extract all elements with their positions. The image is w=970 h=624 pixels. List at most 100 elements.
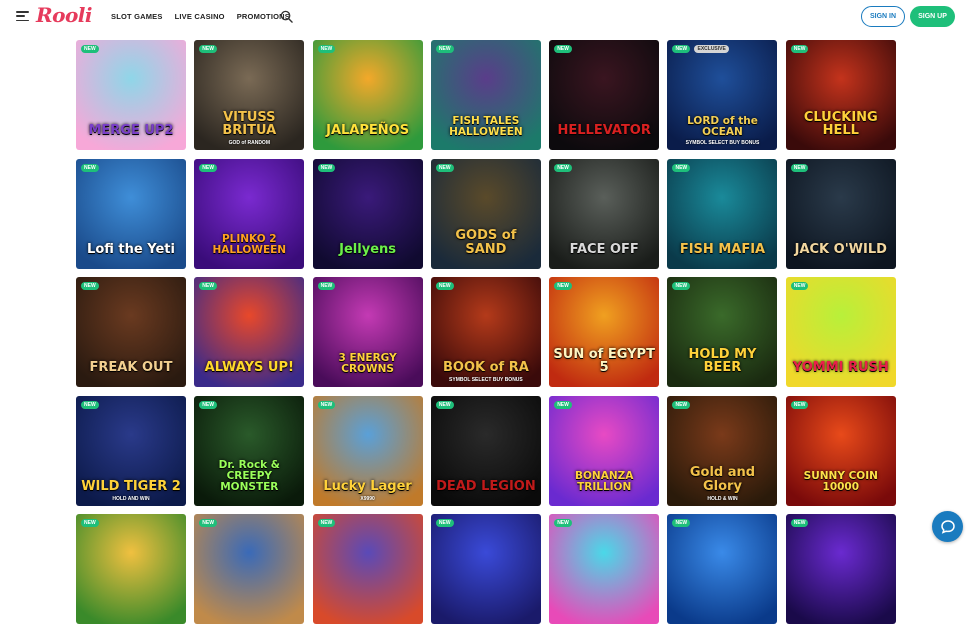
game-tile[interactable]: NEW FISH MAFIA — [667, 158, 778, 269]
game-tile[interactable]: NEW VITUSS BRITUA GOD of RANDOM — [194, 40, 305, 150]
game-title: HELLEVATOR — [557, 123, 651, 139]
game-thumbnail — [312, 514, 423, 624]
game-title: Jellyens — [339, 241, 397, 257]
new-badge: NEW — [435, 519, 454, 527]
game-subtitle: GOD of RANDOM — [228, 140, 270, 146]
chat-icon[interactable] — [932, 511, 963, 542]
game-grid: NEW MERGE UP2 NEW VITUSS BRITUA GOD of RANDO… — [76, 40, 896, 624]
new-badge: NEW — [81, 45, 99, 53]
game-title: Gold and Glory — [689, 465, 756, 494]
game-tile[interactable]: NEW FISH TALES HALLOWEEN — [430, 40, 541, 150]
nav-slot-games[interactable]: SLOT GAMES — [111, 12, 163, 21]
game-tile[interactable]: NEW Lofi the Yeti — [76, 158, 186, 269]
game-tile[interactable]: NEW Dr. Rock & CREEPY MONSTER — [194, 395, 305, 506]
new-badge: NEW — [317, 163, 336, 172]
new-badge: NEW — [81, 163, 99, 172]
new-badge: NEW — [81, 400, 99, 409]
game-title: YOMMI RUSH — [792, 360, 889, 376]
game-title: CLUCKING HELL — [803, 109, 878, 139]
game-title: VITUSS BRITUA — [222, 109, 277, 139]
game-tile[interactable]: NEW Lucky Lager X9990 — [312, 395, 423, 506]
new-badge: NEW — [199, 400, 217, 409]
game-tile[interactable]: NEW BONANZA TRILLION — [549, 395, 660, 506]
game-tile[interactable]: NEW — [785, 514, 896, 624]
sign-in-button[interactable]: SIGN IN — [861, 6, 905, 27]
new-badge: NEW — [435, 45, 454, 53]
sign-up-button[interactable]: SIGN UP — [910, 6, 955, 27]
game-title: SUN of EGYPT 5 — [553, 346, 655, 376]
new-badge: NEW — [554, 519, 572, 527]
game-title: DEAD LEGION — [436, 478, 536, 494]
game-title: Dr. Rock & CREEPY MONSTER — [218, 459, 280, 494]
game-tile[interactable]: NEW SUN of EGYPT 5 — [549, 277, 660, 387]
search-icon[interactable] — [280, 10, 293, 23]
main-nav: SLOT GAMES LIVE CASINO PROMOTIONS — [111, 12, 290, 21]
game-tile[interactable]: NEW JACK O'WILD — [785, 158, 896, 269]
game-tile[interactable]: NEW FREAK OUT — [76, 277, 186, 387]
game-tile[interactable]: NEW Gold and Glory HOLD & WIN — [667, 395, 778, 506]
new-badge: NEW — [790, 45, 809, 53]
game-subtitle: HOLD AND WIN — [112, 495, 150, 502]
new-badge: NEW — [81, 519, 99, 527]
new-badge: NEW — [317, 45, 336, 53]
game-tile[interactable]: NEW FACE OFF — [549, 158, 660, 269]
game-tile[interactable]: NEW — [76, 514, 186, 624]
new-badge: NEW — [199, 45, 217, 53]
game-tile[interactable]: NEW WILD TIGER 2 HOLD AND WIN — [76, 395, 186, 506]
game-subtitle: HOLD & WIN — [707, 495, 738, 502]
game-tile[interactable]: NEW YOMMI RUSH — [785, 277, 896, 387]
game-title: FISH MAFIA — [679, 241, 766, 257]
game-title: JACK O'WILD — [794, 241, 887, 257]
game-thumbnail — [76, 514, 186, 624]
game-thumbnail — [194, 514, 305, 624]
game-title: BONANZA TRILLION — [575, 470, 634, 494]
new-badge: NEW — [554, 282, 572, 290]
nav-live-casino[interactable]: LIVE CASINO — [175, 12, 225, 21]
game-tile[interactable]: NEW 3 ENERGY CROWNS — [312, 277, 423, 387]
menu-icon[interactable] — [16, 11, 29, 21]
game-title: MERGE UP2 — [88, 123, 174, 139]
new-badge: NEW — [672, 519, 691, 527]
game-tile[interactable]: NEW — [194, 514, 305, 624]
game-tile[interactable]: NEW GODS of SAND — [430, 158, 541, 269]
game-tile[interactable]: NEW CLUCKING HELL — [785, 40, 896, 150]
game-tile[interactable]: NEW ALWAYS UP! — [194, 277, 305, 387]
game-tile[interactable]: NEW BOOK of RA SYMBOL SELECT BUY BONUS — [430, 277, 541, 387]
new-badge: NEW — [790, 163, 809, 172]
game-tile[interactable]: NEW HOLD MY BEER — [667, 277, 778, 387]
game-tile[interactable]: NEW — [549, 514, 660, 624]
site-logo[interactable]: Rooli — [36, 3, 93, 27]
game-title: ALWAYS UP! — [204, 360, 294, 376]
game-tile[interactable]: NEW MERGE UP2 — [76, 40, 186, 150]
game-tile[interactable]: NEW — [430, 514, 541, 624]
game-subtitle: X9990 — [360, 495, 375, 502]
game-tile[interactable]: NEW Jellyens — [312, 158, 423, 269]
game-thumbnail — [667, 514, 778, 624]
new-badge: NEW — [435, 163, 454, 172]
game-tile[interactable]: NEW HELLEVATOR — [549, 40, 660, 150]
game-tile[interactable]: NEW PLINKO 2 HALLOWEEN — [194, 158, 305, 269]
game-title: BOOK of RA — [442, 360, 529, 376]
top-navigation-bar: Rooli SLOT GAMES LIVE CASINO PROMOTIONS … — [0, 0, 970, 34]
game-title: GODS of SAND — [455, 228, 517, 257]
game-tile[interactable]: NEW SUNNY COIN 10000 — [785, 395, 896, 506]
new-badge: NEW — [199, 163, 217, 172]
game-tile[interactable]: NEW — [667, 514, 778, 624]
game-tile[interactable]: NEW — [312, 514, 423, 624]
new-badge: NEW — [199, 282, 217, 290]
new-badge: NEW — [554, 45, 572, 53]
new-badge: NEW — [672, 45, 691, 53]
game-tile[interactable]: NEW JALAPEÑOS — [312, 40, 423, 150]
game-title: HOLD MY BEER — [688, 346, 757, 376]
game-tile[interactable]: NEW EXCLUSIVE LORD of the OCEAN SYMBOL SELE… — [667, 40, 778, 150]
game-title: SUNNY COIN 10000 — [803, 470, 878, 494]
game-title: 3 ENERGY CROWNS — [338, 351, 397, 375]
new-badge: NEW — [199, 519, 217, 527]
game-subtitle: SYMBOL SELECT BUY BONUS — [449, 377, 523, 383]
new-badge: NEW — [435, 282, 454, 290]
game-tile[interactable]: NEW DEAD LEGION — [430, 395, 541, 506]
new-badge: NEW — [554, 163, 572, 172]
game-title: Lofi the Yeti — [87, 241, 175, 257]
game-title: WILD TIGER 2 — [81, 478, 181, 494]
game-title: FREAK OUT — [89, 360, 173, 376]
